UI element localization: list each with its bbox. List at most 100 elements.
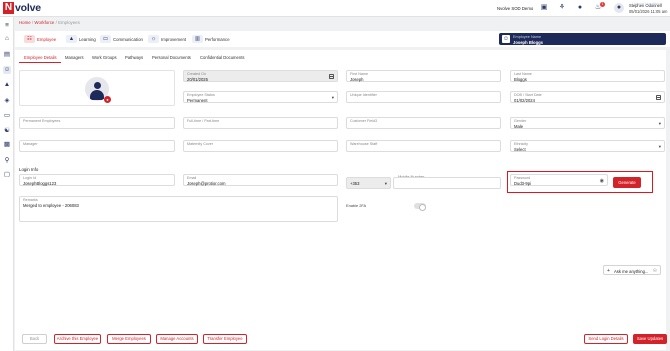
- field-label: Gender: [514, 118, 527, 123]
- field-value: Select: [514, 146, 526, 152]
- field-label: Login Id: [23, 175, 37, 180]
- person-card-icon: ☷: [24, 35, 35, 43]
- field-label: Full-time / Part-time: [187, 118, 220, 123]
- full-time-part-time-field[interactable]: Full-time / Part-time: [183, 117, 338, 129]
- employee-icon[interactable]: ☺: [3, 66, 11, 74]
- tab-label: Employee: [37, 36, 57, 42]
- tab-communication[interactable]: ▭ Communication: [100, 34, 143, 44]
- chevron-down-icon: ▾: [658, 121, 661, 126]
- field-value: Joseph@protior.com: [187, 180, 226, 186]
- send-icon[interactable]: ☉: [653, 268, 657, 274]
- last-name-field[interactable]: Last Name Bloggs: [510, 70, 665, 82]
- user-avatar[interactable]: ●: [614, 3, 624, 13]
- subtab-personal-documents[interactable]: Personal Documents: [152, 55, 191, 60]
- subtab-pathways[interactable]: Pathways: [125, 55, 143, 60]
- breadcrumb-separator: /: [55, 20, 57, 25]
- first-name-field[interactable]: First Name Joseph: [346, 70, 501, 82]
- subtab-employee-details[interactable]: Employee Details: [24, 55, 57, 60]
- calendar-icon: [329, 74, 334, 79]
- field-label: Employee Status: [187, 92, 215, 97]
- calendar-icon[interactable]: [656, 95, 661, 100]
- enable-2fa-label: Enable 2FA: [346, 203, 367, 208]
- merge-employees-button[interactable]: Merge Employees: [107, 334, 151, 344]
- chevron-down-icon: ▾: [331, 95, 334, 100]
- field-value: 01/02/2024: [514, 97, 535, 103]
- search-doc-icon[interactable]: ⚲: [3, 157, 11, 165]
- chevron-down-icon: ▾: [658, 144, 661, 149]
- calendar-icon[interactable]: ▩: [3, 141, 11, 149]
- employee-summary-card: ☺ Employee Name Joseph Bloggs: [499, 33, 666, 45]
- password-highlight-box: [507, 171, 653, 193]
- book-icon[interactable]: ▤: [3, 51, 11, 59]
- send-login-details-button[interactable]: Send Login Details: [584, 334, 628, 344]
- enable-2fa-toggle[interactable]: [414, 203, 426, 211]
- nvolve-logo[interactable]: N volve: [3, 1, 41, 14]
- ask-input-placeholder: Ask me anything...: [614, 268, 649, 274]
- manager-field[interactable]: Manager: [19, 140, 175, 152]
- menu-toggle-icon[interactable]: ≡: [3, 22, 11, 30]
- breadcrumb-home[interactable]: Home: [19, 20, 31, 25]
- field-label: Customer Field3: [350, 118, 378, 123]
- field-label: DOB / Start Date: [514, 92, 542, 97]
- manage-accounts-button[interactable]: Manage Accounts: [156, 334, 198, 344]
- subtab-managers[interactable]: Managers: [65, 55, 84, 60]
- dob-start-date-field[interactable]: DOB / Start Date 01/02/2024: [510, 91, 665, 103]
- permanent-employees-field[interactable]: Permanent Employees: [19, 117, 175, 129]
- save-updates-button[interactable]: Save Updates: [633, 334, 667, 344]
- user-datetime: 05/01/2026 11:05 am: [629, 9, 668, 14]
- subtab-confidential-documents[interactable]: Confidential Documents: [200, 55, 244, 60]
- back-button[interactable]: Back: [22, 334, 47, 344]
- email-field[interactable]: Email Joseph@protior.com: [183, 174, 338, 186]
- field-label: Warehouse Staff: [350, 141, 378, 146]
- field-label: Remarks: [23, 197, 38, 202]
- logo-text: volve: [15, 1, 41, 14]
- org-chart-icon[interactable]: ⚘: [558, 4, 566, 12]
- maternity-cover-field[interactable]: Maternity Cover: [183, 140, 338, 152]
- graduation-icon[interactable]: ▲: [3, 81, 11, 89]
- home-icon[interactable]: ⌂: [3, 35, 11, 43]
- remarks-field[interactable]: Remarks Merged to employee - 206083: [19, 196, 338, 222]
- field-label: Maternity Cover: [187, 141, 214, 146]
- breadcrumb-separator: /: [31, 20, 34, 25]
- field-label: Last Name: [514, 71, 532, 76]
- avatar-body: [90, 90, 104, 100]
- plus-icon: +: [607, 267, 610, 274]
- environment-name[interactable]: Nvolve SOD Demo: [497, 6, 533, 11]
- tab-improvement[interactable]: ☼ Improvement: [148, 34, 186, 44]
- unique-identifier-field[interactable]: Unique Identifier: [346, 91, 501, 103]
- transfer-employee-button[interactable]: Transfer Employee: [203, 334, 247, 344]
- tab-performance[interactable]: ▥ Performance: [192, 34, 230, 44]
- chat-icon: ▭: [100, 35, 111, 43]
- subtab-work-groups[interactable]: Work Groups: [92, 55, 117, 60]
- chevron-down-icon: ▾: [384, 181, 387, 186]
- profile-icon[interactable]: ●: [576, 4, 584, 12]
- customer-field3[interactable]: Customer Field3: [346, 117, 501, 129]
- contacts-icon[interactable]: ▣: [540, 4, 548, 12]
- field-label: First Name: [350, 71, 369, 76]
- country-code-select[interactable]: +353 ▾: [346, 177, 391, 189]
- shield-icon[interactable]: ◈: [3, 97, 11, 105]
- employee-name: Joseph Bloggs: [513, 39, 544, 45]
- chat-icon[interactable]: ▭: [3, 112, 11, 120]
- tab-employee[interactable]: ☷ Employee: [24, 34, 56, 44]
- field-label: Ethnicity: [514, 141, 528, 146]
- login-info-title: Login Info: [19, 167, 39, 172]
- field-value: Joseph: [350, 76, 364, 82]
- gender-select[interactable]: Gender Male ▾: [510, 117, 665, 129]
- login-id-field[interactable]: Login Id JosephBloggs123: [19, 174, 175, 186]
- network-icon[interactable]: ☯: [3, 127, 11, 135]
- camera-icon[interactable]: ●: [104, 96, 111, 103]
- ask-assistant-widget[interactable]: + Ask me anything... ☉: [603, 265, 661, 275]
- unique-identifier-label: Unique Identifier: [632, 1, 660, 6]
- tab-learning[interactable]: ▲ Learning: [66, 34, 96, 44]
- archive-employee-button[interactable]: Archive this Employee: [54, 334, 101, 344]
- mobile-number-field[interactable]: [393, 177, 501, 189]
- employee-status-select[interactable]: Employee Status Permanent ▾: [183, 91, 338, 103]
- breadcrumb-workforce[interactable]: Workforce: [34, 20, 54, 25]
- ethnicity-select[interactable]: Ethnicity Select ▾: [510, 140, 665, 152]
- person-icon: ☺: [502, 35, 510, 43]
- warehouse-staff-field[interactable]: Warehouse Staff: [346, 140, 501, 152]
- notification-badge: 1: [600, 2, 605, 7]
- field-value: Permanent: [187, 97, 208, 103]
- document-icon[interactable]: ▢: [3, 171, 11, 179]
